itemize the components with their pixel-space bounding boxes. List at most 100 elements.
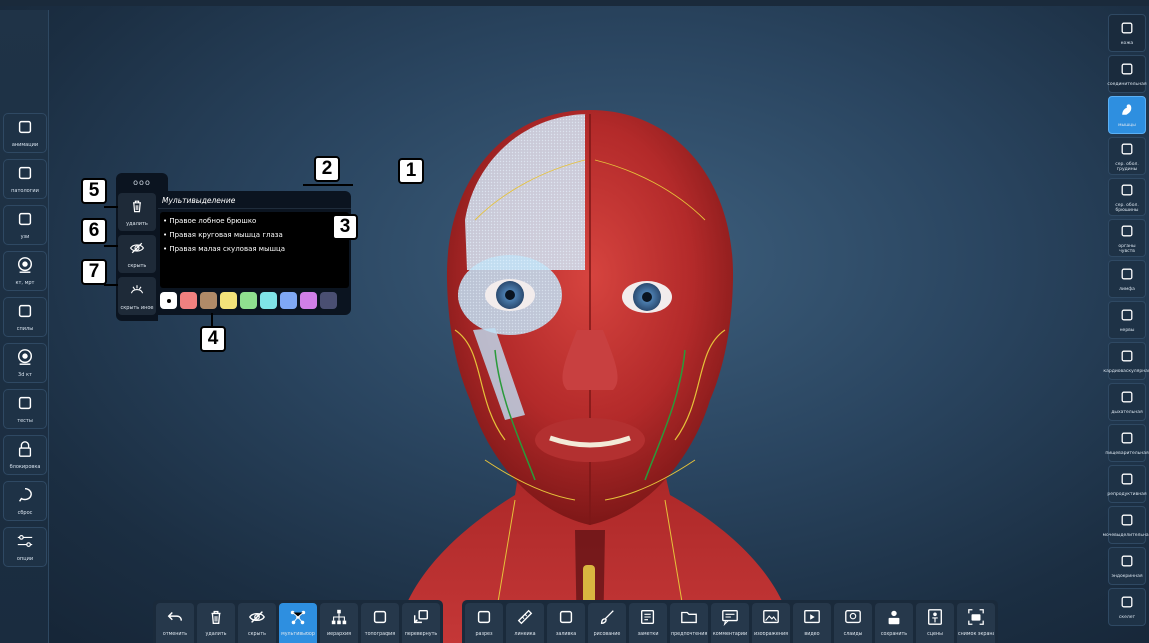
multiselect-title: Мультивыделение <box>158 191 351 209</box>
layer-toggle-reproductive[interactable]: репродуктивная <box>1107 465 1147 503</box>
left-btn-lungs[interactable]: патологии <box>3 159 47 199</box>
left-btn-lock[interactable]: блокировка <box>3 435 47 475</box>
selection-list: • Правое лобное брюшко • Правая круговая … <box>160 212 349 288</box>
color-swatch[interactable] <box>220 292 237 309</box>
abdomen-serous-icon <box>1119 182 1135 202</box>
toolbar-btn-ruler[interactable]: линейка <box>506 603 544 643</box>
layer-toggle-connective-tissue[interactable]: соединительная <box>1107 55 1147 93</box>
panel-tool-trash[interactable]: удалить <box>118 193 156 231</box>
ct-3d-icon <box>16 348 34 370</box>
toolbar-btn-label: мультивыбор <box>281 632 315 638</box>
folder-icon <box>680 608 698 630</box>
callout-1: 1 <box>398 158 424 184</box>
skeleton-icon <box>1119 594 1135 614</box>
left-btn-label: узи <box>20 234 30 240</box>
toolbar-btn-images[interactable]: изображения <box>752 603 790 643</box>
color-swatch[interactable] <box>320 292 337 309</box>
panel-tool-eye-slash[interactable]: скрыть <box>118 235 156 273</box>
callout-3: 3 <box>332 214 358 240</box>
layer-toggle-heart[interactable]: кардиоваскулярная <box>1103 342 1149 380</box>
toolbar-btn-label: заливка <box>555 632 577 638</box>
layer-toggle-abdomen-serous[interactable]: сер. обол. брюшины <box>1108 178 1146 216</box>
toolbar-btn-fill[interactable]: заливка <box>547 603 585 643</box>
toolbar-btn-topography[interactable]: топография <box>361 603 399 643</box>
layer-toggle-skin[interactable]: кожа <box>1108 14 1146 52</box>
left-btn-label: сброс <box>17 510 33 516</box>
callout-5-line <box>104 206 118 208</box>
reproductive-icon <box>1119 471 1135 491</box>
panel-tool-label: скрыть <box>127 262 147 269</box>
left-btn-test-clipboard[interactable]: тесты <box>3 389 47 429</box>
toolbar-btn-label: удалить <box>205 632 227 638</box>
toolbar-btn-screenshot[interactable]: снимок экрана <box>957 603 995 643</box>
callout-4: 4 <box>200 326 226 352</box>
toolbar-btn-scenes[interactable]: сцены <box>916 603 954 643</box>
left-btn-reset[interactable]: сброс <box>3 481 47 521</box>
toolbar-btn-hierarchy[interactable]: иерархия <box>320 603 358 643</box>
color-swatch[interactable] <box>160 292 177 309</box>
layer-toggle-label: эндокринная <box>1111 574 1143 579</box>
scenes-icon <box>926 608 944 630</box>
toolbar-btn-label: сохранить <box>880 632 908 638</box>
selection-list-item[interactable]: • Правое лобное брюшко <box>163 215 346 229</box>
topography-icon <box>371 608 389 630</box>
toolbar-btn-folder[interactable]: предпочтения <box>670 603 708 643</box>
toolbar-btn-label: сцены <box>927 632 943 638</box>
layer-toggle-endocrine[interactable]: эндокринная <box>1108 547 1146 585</box>
left-btn-running-figure[interactable]: анимации <box>3 113 47 153</box>
toolbar-btn-flip[interactable]: перевернуть <box>402 603 440 643</box>
bottom-toolbar-edit: отменить удалить скрыть мультивыбор иерархия… <box>153 600 443 643</box>
selection-list-item[interactable]: • Правая малая скуловая мышца <box>163 243 346 257</box>
layer-toggle-skeleton[interactable]: скелет <box>1108 588 1146 626</box>
nerves-icon <box>1119 307 1135 327</box>
ultrasound-icon <box>16 210 34 232</box>
layer-toggle-lymph[interactable]: лимфа <box>1108 260 1146 298</box>
layer-toggle-sense-organs[interactable]: органы чувств <box>1108 219 1146 257</box>
toolbar-btn-multiselect[interactable]: мультивыбор <box>279 603 317 643</box>
toolbar-btn-video[interactable]: видео <box>793 603 831 643</box>
color-swatch[interactable] <box>180 292 197 309</box>
panel-drag-handle[interactable]: ooo <box>116 173 168 191</box>
toolbar-btn-label: заметки <box>637 632 659 638</box>
test-clipboard-icon <box>16 394 34 416</box>
toolbar-btn-cut[interactable]: разрез <box>465 603 503 643</box>
toolbar-btn-trash[interactable]: удалить <box>197 603 235 643</box>
panel-tools: удалить скрыть скрыть иное <box>116 191 158 321</box>
color-swatch[interactable] <box>200 292 217 309</box>
layer-toggle-nerves[interactable]: нервы <box>1108 301 1146 339</box>
layer-toggle-digestive[interactable]: пищеварительная <box>1105 424 1149 462</box>
toolbar-btn-save-user[interactable]: сохранить <box>875 603 913 643</box>
layer-toggle-label: органы чувств <box>1118 243 1136 254</box>
left-btn-ultrasound[interactable]: узи <box>3 205 47 245</box>
layer-toggle-kidney[interactable]: мочевыделительная <box>1103 506 1149 544</box>
panel-tool-label: скрыть иное <box>120 304 154 311</box>
left-btn-ct-3d[interactable]: 3d кт <box>3 343 47 383</box>
left-btn-body-slice[interactable]: спилы <box>3 297 47 337</box>
toolbar-btn-undo[interactable]: отменить <box>156 603 194 643</box>
layer-toggle-muscle[interactable]: мышцы <box>1108 96 1146 134</box>
color-swatches <box>160 292 337 309</box>
layer-toggle-chest-serous[interactable]: сер. обол. грудины <box>1108 137 1146 175</box>
left-btn-ct-scan[interactable]: кт, мрт <box>3 251 47 291</box>
panel-tool-hide-others[interactable]: скрыть иное <box>118 277 156 315</box>
anatomy-head-model[interactable] <box>385 100 795 643</box>
layer-toggle-label: кожа <box>1120 41 1134 46</box>
left-btn-options-sliders[interactable]: опции <box>3 527 47 567</box>
toolbar-btn-eye-slash[interactable]: скрыть <box>238 603 276 643</box>
sense-organs-icon <box>1119 223 1135 243</box>
color-swatch[interactable] <box>300 292 317 309</box>
toolbar-btn-comments[interactable]: комментарии <box>711 603 749 643</box>
toolbar-btn-label: скрыть <box>248 632 266 638</box>
digestive-icon <box>1119 430 1135 450</box>
toolbar-btn-brush[interactable]: рисование <box>588 603 626 643</box>
multiselect-icon <box>289 608 307 630</box>
layer-toggle-label: кардиоваскулярная <box>1103 369 1149 374</box>
color-swatch[interactable] <box>260 292 277 309</box>
left-btn-label: опции <box>16 556 34 562</box>
color-swatch[interactable] <box>240 292 257 309</box>
toolbar-btn-notes[interactable]: заметки <box>629 603 667 643</box>
color-swatch[interactable] <box>280 292 297 309</box>
toolbar-btn-label: комментарии <box>712 632 748 638</box>
layer-toggle-respiratory[interactable]: дыхательная <box>1108 383 1146 421</box>
toolbar-btn-slides[interactable]: слайды <box>834 603 872 643</box>
